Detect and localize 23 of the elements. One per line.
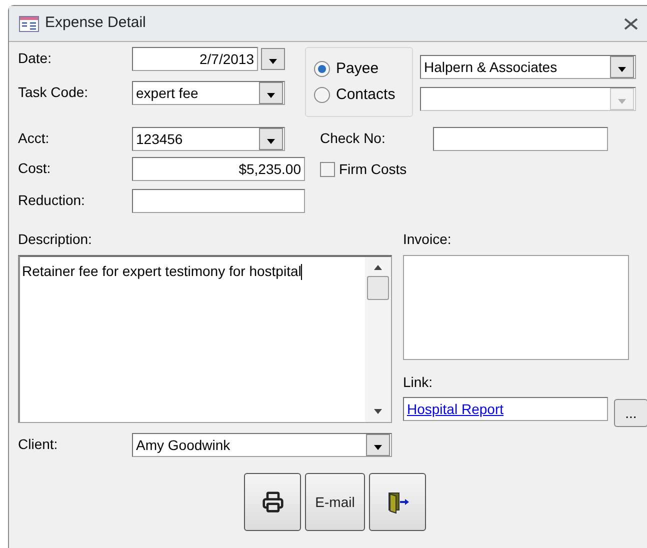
payee-dropdown[interactable]: Halpern & Associates [420, 55, 636, 79]
field-label: Acct: [18, 130, 50, 146]
browse-button[interactable]: ... [614, 399, 647, 427]
radio-label: Contacts [336, 84, 396, 105]
description-text[interactable]: Retainer fee for expert testimony for hostpital [22, 263, 302, 279]
field-label: Cost: [18, 160, 51, 176]
field-label: Client: [18, 436, 58, 452]
field-label: Description: [18, 230, 93, 249]
email-button[interactable]: E-mail [305, 473, 365, 531]
field-label: Link: [403, 373, 434, 392]
date-field[interactable]: 2/7/2013 [132, 47, 258, 71]
field-label: Check No: [320, 130, 386, 146]
checkbox-label: Firm Costs [339, 160, 407, 178]
hyperlink[interactable]: Hospital Report [407, 398, 504, 420]
field-label: Date: [18, 50, 52, 66]
client-dropdown[interactable]: Amy Goodwink [132, 433, 392, 457]
field-label: Task Code: [18, 84, 88, 100]
cost-field[interactable]: $5,235.00 [132, 157, 305, 181]
window-title: Expense Detail [45, 13, 146, 34]
link-field[interactable]: Hospital Report [403, 397, 608, 421]
radio-label: Payee [336, 58, 379, 79]
field-label: Reduction: [18, 192, 85, 208]
field-label: Invoice: [403, 230, 452, 249]
